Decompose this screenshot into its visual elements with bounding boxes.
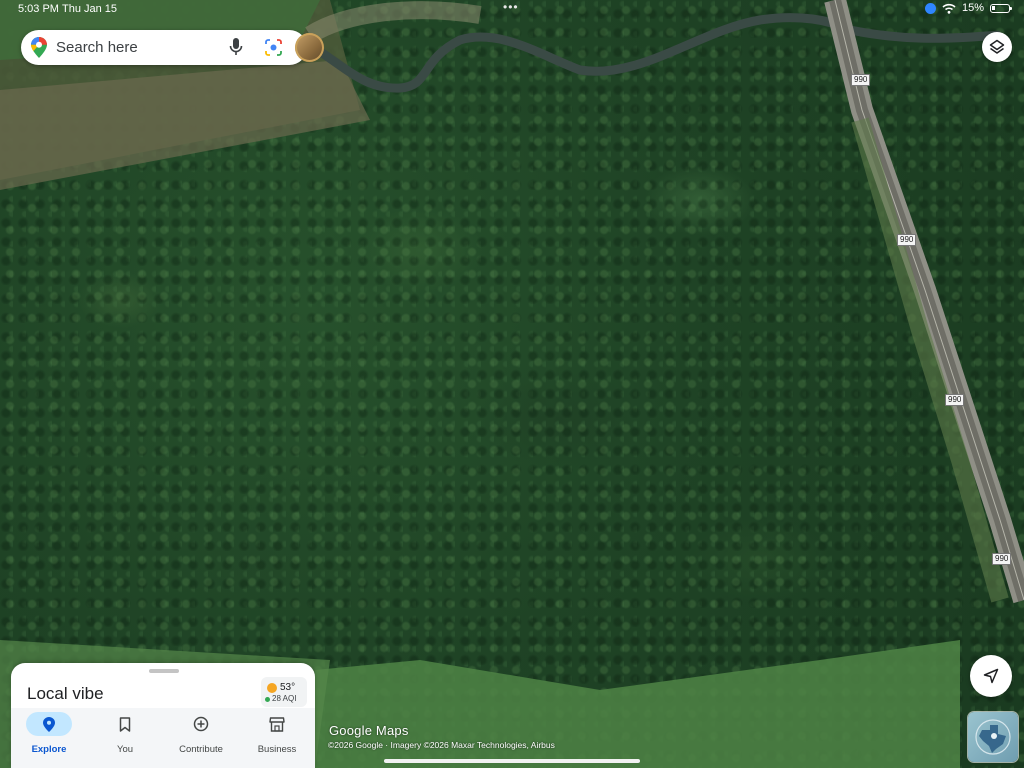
map-attribution[interactable]: ©2026 Google · Imagery ©2026 Maxar Techn… bbox=[328, 740, 555, 750]
layers-button[interactable] bbox=[982, 32, 1012, 62]
air-quality: 28 AQI bbox=[272, 694, 297, 703]
tab-icon-bg bbox=[178, 712, 224, 736]
texas-badge-thumbnail[interactable] bbox=[968, 712, 1018, 762]
map-features bbox=[0, 0, 1024, 768]
status-date: Thu Jan 15 bbox=[62, 3, 118, 15]
highway-verge bbox=[851, 117, 1009, 603]
texas-map-icon bbox=[975, 719, 1011, 755]
status-icons: 15% bbox=[924, 2, 1012, 14]
plus-circle-icon bbox=[193, 716, 209, 732]
bottom-sheet[interactable]: Local vibe 53° 28 AQI Explore You Contri… bbox=[11, 663, 315, 768]
bottom-tab-bar: Explore You Contribute Business bbox=[11, 708, 315, 768]
river bbox=[297, 13, 853, 93]
tab-label: Business bbox=[257, 744, 297, 755]
home-indicator[interactable] bbox=[384, 759, 640, 763]
layers-icon bbox=[989, 39, 1005, 54]
location-services-icon bbox=[924, 2, 936, 14]
google-maps-pin-icon bbox=[31, 37, 47, 58]
tab-label: Explore bbox=[31, 744, 67, 755]
microphone-icon[interactable] bbox=[229, 38, 243, 57]
weather-chip[interactable]: 53° 28 AQI bbox=[261, 677, 307, 707]
route-shield: 990 bbox=[992, 553, 1012, 565]
river-east bbox=[849, 25, 1001, 43]
search-bar[interactable] bbox=[21, 30, 324, 65]
account-avatar[interactable] bbox=[295, 33, 324, 62]
wifi-icon bbox=[942, 3, 956, 14]
route-shield: 990 bbox=[851, 74, 871, 86]
tab-icon-bg bbox=[254, 712, 300, 736]
tab-business[interactable]: Business bbox=[239, 708, 315, 768]
multitask-dots-icon[interactable]: ••• bbox=[503, 0, 519, 14]
status-bar: 5:03 PM Thu Jan 15 ••• 15% bbox=[0, 0, 1024, 18]
storefront-icon bbox=[269, 716, 285, 732]
tab-contribute[interactable]: Contribute bbox=[163, 708, 239, 768]
search-input[interactable] bbox=[56, 39, 196, 56]
google-lens-icon[interactable] bbox=[265, 39, 282, 56]
tab-you[interactable]: You bbox=[87, 708, 163, 768]
tab-icon-bg bbox=[26, 712, 72, 736]
bookmark-icon bbox=[119, 716, 131, 732]
battery-icon bbox=[990, 3, 1012, 13]
tab-explore[interactable]: Explore bbox=[11, 708, 87, 768]
navigation-arrow-icon bbox=[983, 668, 999, 684]
sheet-grabber[interactable] bbox=[149, 669, 179, 673]
sun-icon bbox=[267, 683, 277, 693]
status-time: 5:03 PM bbox=[18, 3, 59, 15]
google-maps-logo: Google Maps bbox=[329, 723, 409, 738]
sheet-title: Local vibe bbox=[27, 684, 104, 703]
pin-icon bbox=[43, 716, 55, 732]
route-shield: 990 bbox=[897, 234, 917, 246]
route-shield: 990 bbox=[945, 394, 965, 406]
my-location-button[interactable] bbox=[970, 655, 1012, 697]
aqi-dot-icon bbox=[265, 697, 270, 702]
battery-percent: 15% bbox=[961, 2, 984, 14]
tab-label: Contribute bbox=[179, 744, 223, 755]
temperature: 53° bbox=[280, 682, 296, 693]
tab-label: You bbox=[116, 744, 134, 755]
satellite-map[interactable]: 990 990 990 990 bbox=[0, 0, 1024, 768]
tab-icon-bg bbox=[102, 712, 148, 736]
